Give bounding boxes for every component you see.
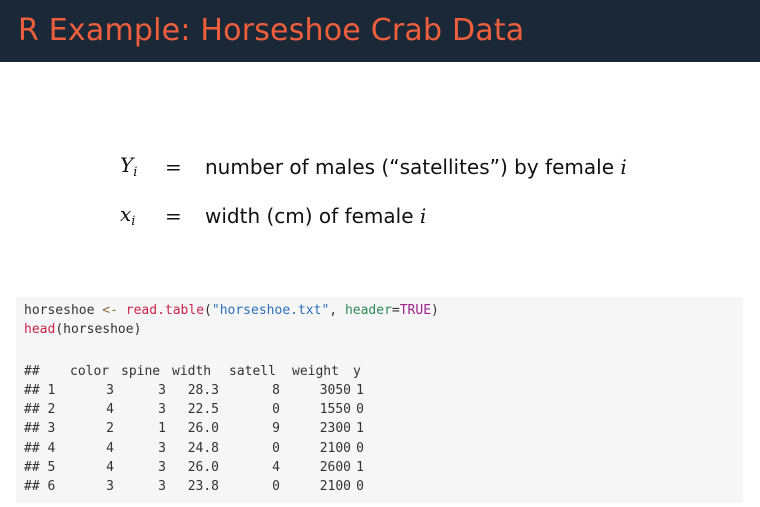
cell-spine: 1 — [158, 421, 166, 437]
output-header-prefix: ## — [24, 364, 40, 379]
row-prefix: ## 3 — [24, 421, 56, 437]
row-prefix: ## 1 — [24, 383, 56, 398]
cell-width: 22.5 — [187, 402, 219, 418]
equation-2: xi — [120, 202, 135, 229]
cell-satell: 8 — [272, 383, 280, 398]
equation-2-text: width (cm) of female — [205, 204, 414, 228]
cell-spine: 3 — [158, 402, 166, 418]
cell-color: 4 — [106, 440, 114, 456]
equation-1-definition: number of males (“satellites”) by female… — [205, 155, 627, 179]
cell-y: 0 — [356, 440, 364, 456]
cell-satell: 0 — [272, 402, 280, 418]
code-arg: header — [344, 303, 392, 318]
col-width: width — [172, 364, 212, 379]
equation-1-text: number of males (“satellites”) by female — [205, 155, 615, 179]
cell-width: 26.0 — [187, 459, 219, 475]
code-fn-head: head — [24, 322, 56, 337]
equation-1-subscript: i — [133, 165, 138, 180]
code-keyword: TRUE — [399, 303, 432, 318]
cell-color: 3 — [106, 383, 114, 398]
equation-2-symbol: x — [120, 202, 132, 226]
cell-width: 23.8 — [187, 479, 219, 494]
code-close-paren: ) — [431, 303, 439, 318]
cell-y: 0 — [356, 479, 364, 494]
slide-title: R Example: Horseshoe Crab Data — [18, 13, 525, 48]
code-comma: , — [329, 303, 345, 318]
cell-spine: 3 — [158, 383, 166, 398]
equation-1-symbol: Y — [120, 153, 134, 177]
equation-1-var: i — [620, 155, 627, 179]
equation-2-subscript: i — [131, 214, 136, 229]
cell-weight: 2600 — [319, 459, 351, 475]
cell-spine: 3 — [158, 440, 166, 456]
cell-weight: 3050 — [319, 383, 351, 398]
cell-color: 2 — [106, 421, 114, 437]
cell-y: 1 — [356, 383, 364, 398]
cell-y: 1 — [356, 459, 364, 475]
cell-width: 24.8 — [187, 440, 219, 456]
code-var: horseshoe — [24, 303, 95, 318]
code-assign: <- — [94, 303, 126, 318]
col-spine: spine — [121, 364, 161, 379]
col-satell: satell — [229, 364, 276, 379]
code-line-read-table: horseshoe <- read.table("horseshoe.txt",… — [24, 301, 439, 320]
cell-color: 4 — [106, 459, 114, 475]
equation-2-definition: width (cm) of female i — [205, 204, 426, 228]
cell-satell: 9 — [272, 421, 280, 437]
cell-spine: 3 — [158, 459, 166, 475]
col-color: color — [70, 364, 110, 379]
row-prefix: ## 6 — [24, 479, 56, 494]
code-head-arg: (horseshoe) — [55, 322, 142, 337]
equation-2-equals: = — [165, 204, 182, 228]
cell-satell: 0 — [272, 440, 280, 456]
cell-spine: 3 — [158, 479, 166, 494]
row-prefix: ## 4 — [24, 440, 56, 456]
cell-width: 28.3 — [187, 383, 219, 398]
col-y: y — [353, 364, 361, 379]
cell-color: 3 — [106, 479, 114, 494]
cell-y: 0 — [356, 402, 364, 418]
cell-weight: 2300 — [319, 421, 351, 437]
title-bar: R Example: Horseshoe Crab Data — [0, 0, 760, 62]
code-eq: = — [391, 303, 400, 318]
cell-y: 1 — [356, 421, 364, 437]
col-weight: weight — [292, 364, 339, 379]
code-string: "horseshoe.txt" — [211, 303, 330, 318]
equation-1-equals: = — [165, 155, 182, 179]
cell-weight: 1550 — [319, 402, 351, 418]
cell-color: 4 — [106, 402, 114, 418]
cell-weight: 2100 — [319, 440, 351, 456]
code-fn: read.table — [125, 303, 205, 318]
row-prefix: ## 2 — [24, 402, 56, 418]
code-line-head: head(horseshoe) — [24, 320, 141, 339]
row-prefix: ## 5 — [24, 459, 56, 475]
code-block: horseshoe <- read.table("horseshoe.txt",… — [16, 297, 743, 503]
equation-2-var: i — [419, 204, 427, 228]
equation-1: Yi — [120, 153, 137, 180]
cell-weight: 2100 — [319, 479, 351, 494]
cell-width: 26.0 — [187, 421, 219, 437]
code-open-paren: ( — [204, 303, 212, 318]
cell-satell: 4 — [272, 459, 280, 475]
cell-satell: 0 — [272, 479, 280, 494]
